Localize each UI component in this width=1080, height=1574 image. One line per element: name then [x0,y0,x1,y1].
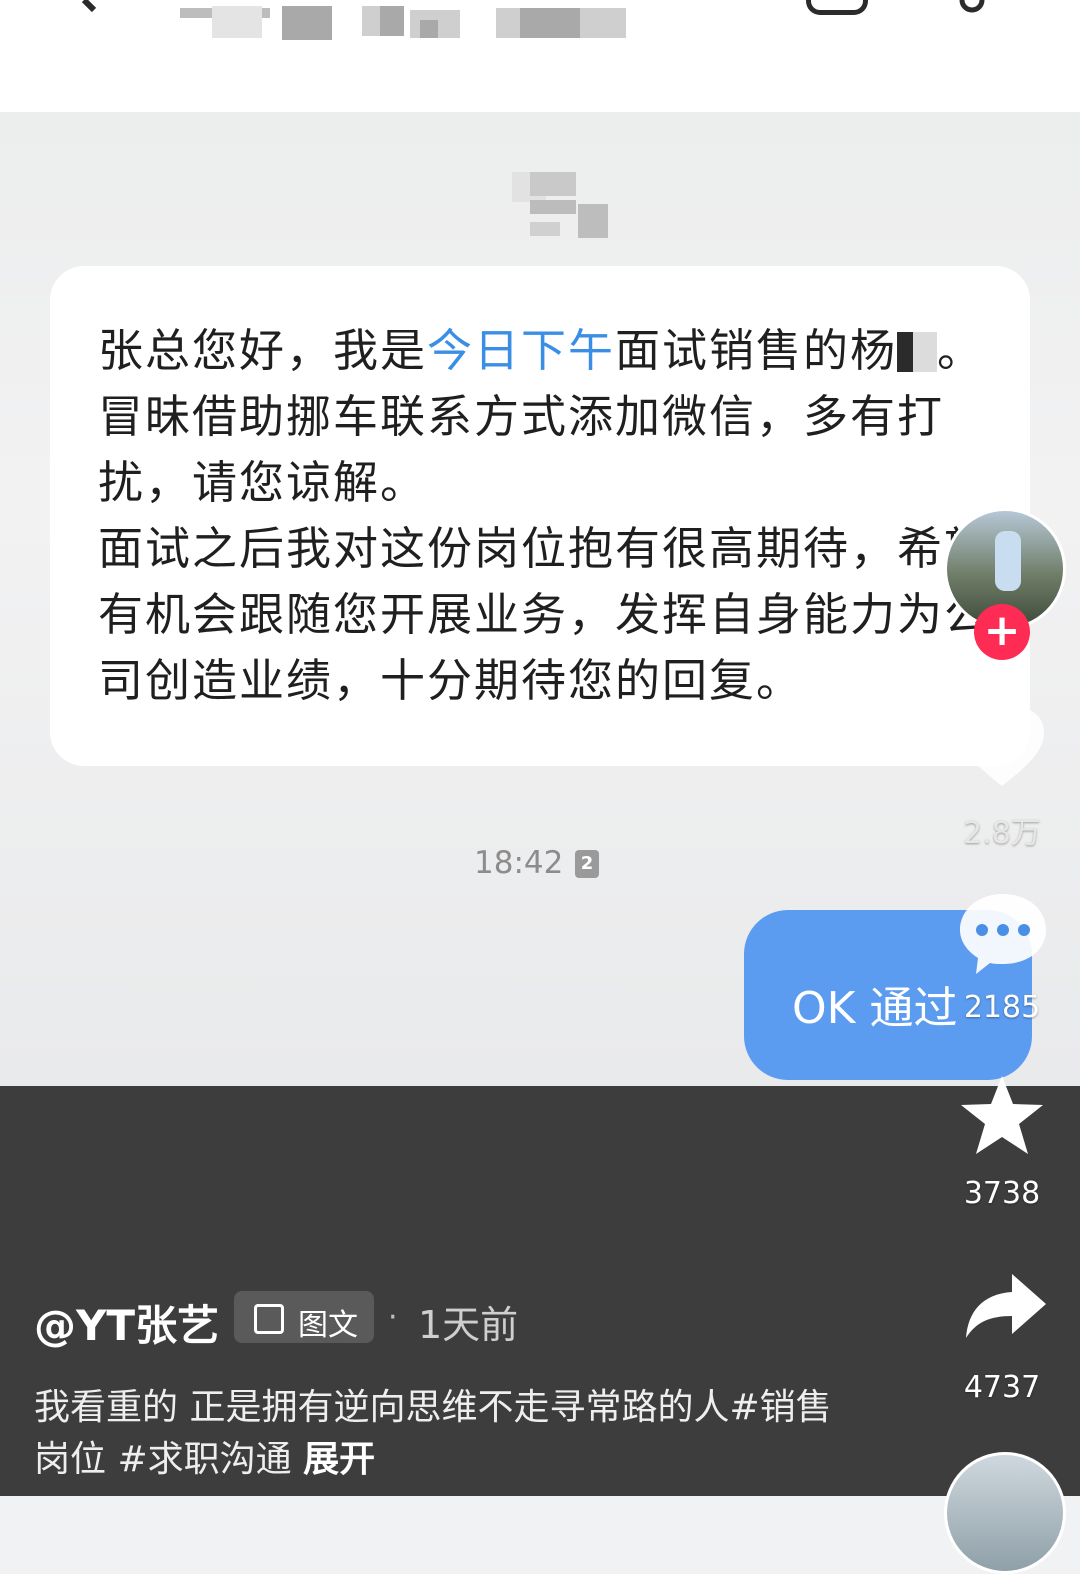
post-time: 1天前 [418,1303,519,1347]
expand-button[interactable]: 展开 [303,1439,375,1480]
heart-icon[interactable] [956,706,1048,790]
message-time: 18:42 [474,845,564,881]
message-part2: 面试销售的杨 [615,324,898,377]
favorite-count: 3738 [963,1176,1041,1211]
like-count: 2.8万 [963,816,1041,851]
more-icon[interactable] [952,0,992,16]
music-disc-avatar[interactable] [944,1452,1066,1574]
post-type-label: 图文 [298,1308,358,1343]
post-description: 我看重的 正是拥有逆向思维不走寻常路的人#销售岗位 #求职沟通 展开 [34,1382,854,1486]
name-blur [897,332,938,372]
comment-icon[interactable] [958,890,1048,976]
incoming-message-bubble[interactable]: 张总您好，我是今日下午面试销售的杨 。冒昧借助挪车联系方式添加微信，多有打扰，请您… [50,266,1030,766]
reply-text: OK 通过 [792,983,958,1034]
read-receipt-badge: 2 [575,850,599,878]
gallery-icon [254,1304,284,1334]
description-text: 我看重的 正是拥有逆向思维不走寻常路的人#销售岗位 #求职沟通 [34,1387,832,1480]
profile-card-icon[interactable] [806,0,868,15]
message-para2: 面试之后我对这份岗位抱有很高期待，希望有机会跟随您开展业务，发挥自身能力为公司创… [98,522,992,707]
separator-dot: · [388,1300,398,1335]
post-type-tag: 图文 [234,1291,374,1343]
share-count: 4737 [963,1370,1041,1405]
message-text: 张总您好，我是今日下午面试销售的杨 。冒昧借助挪车联系方式添加微信，多有打扰，请您… [98,318,1008,714]
share-icon[interactable] [962,1272,1048,1340]
author-name[interactable]: @YT张艺 [34,1292,219,1353]
message-highlight[interactable]: 今日下午 [427,324,615,377]
star-icon[interactable] [958,1074,1046,1158]
comment-count: 2185 [963,990,1041,1025]
follow-button[interactable]: + [974,604,1030,660]
back-icon[interactable] [80,0,110,14]
message-part1: 张总您好，我是 [98,324,428,377]
header-bar [0,0,1080,112]
